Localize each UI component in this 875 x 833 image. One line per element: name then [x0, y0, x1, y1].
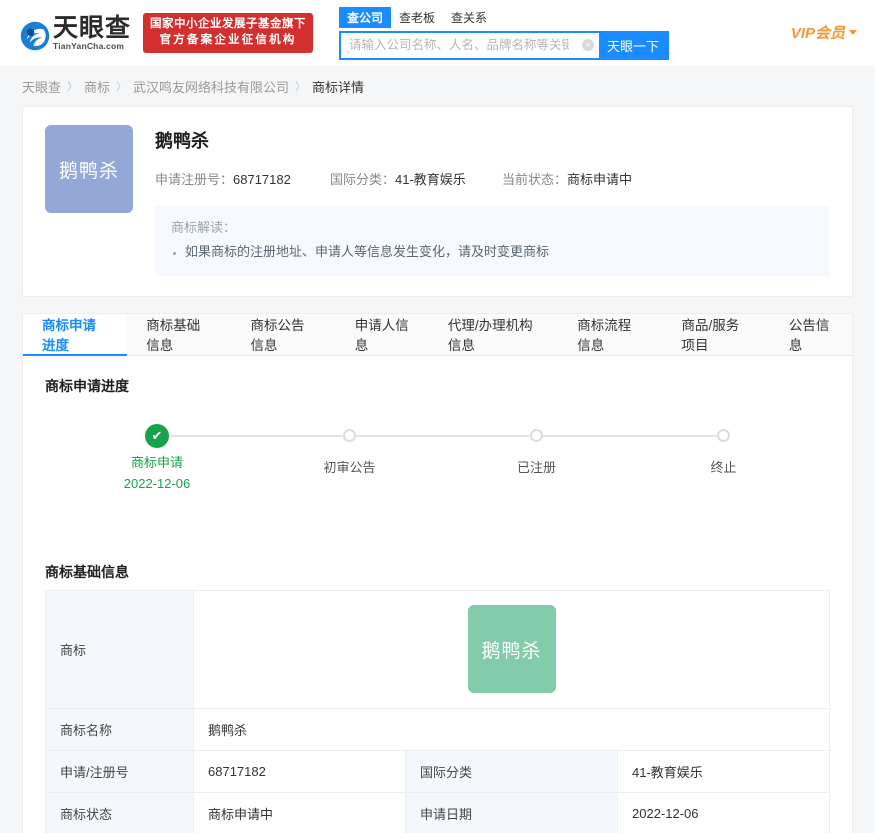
- application-progress-timeline: ✔ 商标申请 2022-12-06 初审公告 已注册 终止: [45, 423, 830, 534]
- search-tab-boss[interactable]: 查老板: [391, 7, 443, 28]
- basic-info-table: 商标 鹅鸭杀 商标名称 鹅鸭杀 申请/注册号 68717182 国际分类 41-…: [45, 589, 830, 833]
- clear-search-icon[interactable]: ×: [577, 33, 599, 58]
- breadcrumb-item-company[interactable]: 武汉鸣友网络科技有限公司: [133, 77, 289, 96]
- search-input[interactable]: [341, 32, 578, 58]
- breadcrumb-item-current: 商标详情: [312, 79, 365, 95]
- gov-badge-line2: 官方备案企业征信机构: [159, 34, 297, 46]
- panel-inner: 商标申请进度 ✔ 商标申请 2022-12-06 初审公告 已注册 终止 商标基…: [23, 356, 852, 833]
- timeline-step-label: 初审公告: [323, 460, 376, 476]
- status-badge: 商标申请中: [567, 172, 633, 187]
- progress-section-title: 商标申请进度: [45, 377, 129, 394]
- trademark-meta: 申请注册号：68717182 国际分类：41-教育娱乐 当前状态：商标申请中: [155, 169, 830, 188]
- meta-value: 68717182: [233, 172, 291, 187]
- tab-basic-info[interactable]: 商标基础信息: [127, 314, 231, 355]
- detail-tabbar: 商标申请进度 商标基础信息 商标公告信息 申请人信息 代理/办理机构信息 商标流…: [22, 312, 853, 356]
- breadcrumb-item-home[interactable]: 天眼查: [22, 77, 61, 96]
- meta-international-class: 国际分类：41-教育娱乐: [330, 169, 502, 188]
- table-row: 商标名称 鹅鸭杀: [45, 707, 830, 751]
- interpretation-title: 商标解读：: [171, 220, 237, 235]
- search-zone: 查公司 查老板 查关系 × 天眼一下: [339, 6, 670, 60]
- cell-value-trademark-name: 鹅鸭杀: [193, 707, 830, 751]
- cell-label-trademark-status: 商标状态: [45, 791, 194, 833]
- cell-label-trademark: 商标: [45, 589, 194, 709]
- cell-label-registration-number: 申请/注册号: [45, 749, 194, 793]
- gov-badge-line1: 国家中小企业发展子基金旗下: [150, 18, 307, 31]
- vip-label: VIP会员: [790, 25, 845, 42]
- vip-member-menu[interactable]: VIP会员: [791, 22, 857, 43]
- search-box: × 天眼一下: [339, 30, 670, 60]
- timeline-step-terminated: 终止: [711, 429, 737, 475]
- chevron-down-icon: [849, 30, 857, 35]
- interpretation-list: 如果商标的注册地址、申请人等信息发生变化，请及时变更商标: [185, 242, 814, 263]
- cell-label-application-date: 申请日期: [405, 791, 618, 833]
- timeline-step-date: 2022-12-06: [123, 475, 191, 491]
- cell-label-international-class: 国际分类: [405, 749, 618, 793]
- tab-announcement-info[interactable]: 商标公告信息: [231, 314, 335, 355]
- trademark-logo-image: 鹅鸭杀: [467, 605, 556, 694]
- basic-info-section: 商标基础信息 商标 鹅鸭杀 商标名称 鹅鸭杀 申请/注册号 68717182 国…: [45, 562, 830, 833]
- meta-registration-number: 申请注册号：68717182: [155, 169, 330, 188]
- breadcrumb-separator-icon: 〉: [295, 81, 307, 93]
- cell-value-application-date: 2022-12-06: [617, 791, 830, 833]
- table-row: 申请/注册号 68717182 国际分类 41-教育娱乐: [45, 749, 830, 793]
- trademark-logo: 鹅鸭杀: [45, 125, 133, 213]
- meta-label: 国际分类：: [330, 172, 396, 187]
- trademark-interpretation-box: 商标解读： 如果商标的注册地址、申请人等信息发生变化，请及时变更商标: [155, 206, 830, 276]
- meta-label: 申请注册号：: [155, 172, 234, 187]
- breadcrumb-item-trademark[interactable]: 商标: [84, 77, 110, 96]
- page-title: 鹅鸭杀: [155, 131, 209, 151]
- tab-public-notice[interactable]: 公告信息: [770, 314, 852, 355]
- circle-outline-icon: [717, 429, 730, 443]
- search-tab-relation[interactable]: 查关系: [443, 7, 495, 28]
- cell-value-registration-number: 68717182: [193, 749, 406, 793]
- table-row: 商标 鹅鸭杀: [45, 589, 830, 709]
- tab-goods-services[interactable]: 商品/服务项目: [663, 314, 770, 355]
- main-content: 鹅鸭杀 鹅鸭杀 申请注册号：68717182 国际分类：41-教育娱乐 当前状态…: [0, 106, 875, 833]
- check-circle-icon: ✔: [145, 423, 169, 448]
- timeline-step-application: ✔ 商标申请 2022-12-06: [124, 423, 190, 491]
- tianyancha-eye-logo-icon: [20, 21, 50, 50]
- tab-process-info[interactable]: 商标流程信息: [558, 314, 662, 355]
- tab-application-progress[interactable]: 商标申请进度: [23, 313, 128, 356]
- breadcrumb-separator-icon: 〉: [116, 81, 128, 93]
- meta-current-status: 当前状态：商标申请中: [502, 169, 632, 188]
- meta-value: 41-教育娱乐: [395, 172, 466, 187]
- timeline-step-preliminary: 初审公告: [324, 429, 376, 475]
- table-row: 商标状态 商标申请中 申请日期 2022-12-06: [45, 791, 830, 833]
- detail-panel: 商标申请进度 ✔ 商标申请 2022-12-06 初审公告 已注册 终止 商标基…: [22, 355, 853, 833]
- timeline-step-label: 商标申请: [130, 454, 183, 470]
- search-tabs: 查公司 查老板 查关系: [339, 6, 669, 28]
- timeline-step-registered: 已注册: [517, 429, 556, 475]
- clear-icon-glyph: ×: [582, 39, 595, 51]
- government-badge: 国家中小企业发展子基金旗下 官方备案企业征信机构: [143, 13, 314, 53]
- timeline-track: ✔ 商标申请 2022-12-06 初审公告 已注册 终止: [124, 423, 737, 491]
- trademark-summary-card: 鹅鸭杀 鹅鸭杀 申请注册号：68717182 国际分类：41-教育娱乐 当前状态…: [22, 106, 853, 297]
- tab-applicant-info[interactable]: 申请人信息: [336, 314, 429, 355]
- circle-outline-icon: [530, 429, 543, 443]
- timeline-step-label: 终止: [710, 460, 737, 476]
- search-tab-company[interactable]: 查公司: [339, 6, 392, 28]
- logo-text-en: TianYanCha.com: [53, 41, 125, 52]
- cell-value-international-class: 41-教育娱乐: [617, 749, 830, 793]
- site-logo[interactable]: 天眼查 TianYanCha.com: [20, 15, 131, 51]
- breadcrumb-separator-icon: 〉: [67, 81, 79, 93]
- trademark-summary-main: 鹅鸭杀 申请注册号：68717182 国际分类：41-教育娱乐 当前状态：商标申…: [155, 125, 830, 276]
- timeline-step-label: 已注册: [517, 460, 557, 476]
- basic-section-title: 商标基础信息: [45, 563, 129, 580]
- site-header: 天眼查 TianYanCha.com 国家中小企业发展子基金旗下 官方备案企业征…: [0, 0, 875, 66]
- cell-label-trademark-name: 商标名称: [45, 707, 194, 751]
- search-button[interactable]: 天眼一下: [599, 32, 668, 58]
- cell-value-trademark-logo: 鹅鸭杀: [193, 589, 830, 709]
- logo-text-cn: 天眼查: [53, 13, 132, 43]
- list-item: 如果商标的注册地址、申请人等信息发生变化，请及时变更商标: [185, 242, 814, 263]
- cell-value-trademark-status: 商标申请中: [193, 791, 406, 833]
- meta-label: 当前状态：: [502, 172, 568, 187]
- timeline-step-label-wrap: 商标申请 2022-12-06: [124, 452, 191, 491]
- breadcrumb: 天眼查 〉 商标 〉 武汉鸣友网络科技有限公司 〉 商标详情: [0, 66, 875, 106]
- tab-agency-info[interactable]: 代理/办理机构信息: [429, 314, 558, 355]
- circle-outline-icon: [343, 429, 356, 443]
- timeline-line: [156, 434, 719, 437]
